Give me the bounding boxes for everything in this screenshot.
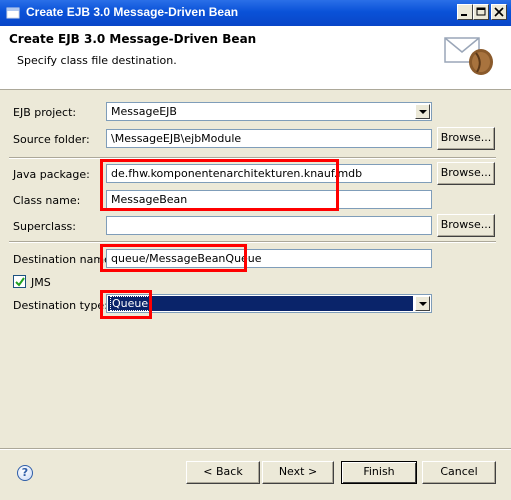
- cancel-button[interactable]: Cancel: [422, 461, 496, 484]
- close-icon: [494, 7, 504, 17]
- dropdown-arrow-icon: [415, 104, 430, 119]
- ejb-project-label: EJB project:: [13, 106, 77, 119]
- wizard-title: Create EJB 3.0 Message-Driven Bean: [9, 32, 257, 46]
- maximize-icon: [476, 7, 486, 16]
- check-icon: [15, 277, 25, 287]
- finish-button[interactable]: Finish: [341, 461, 417, 484]
- source-folder-label: Source folder:: [13, 133, 90, 146]
- jms-checkbox[interactable]: [13, 275, 26, 288]
- jms-label: JMS: [31, 276, 51, 289]
- back-button[interactable]: < Back: [186, 461, 260, 484]
- close-button[interactable]: [491, 4, 507, 20]
- dropdown-arrow-icon: [415, 296, 430, 311]
- next-button[interactable]: Next >: [262, 461, 334, 484]
- footer-separator: [0, 448, 511, 450]
- wizard-description: Specify class file destination.: [17, 54, 177, 67]
- maximize-button[interactable]: [473, 4, 489, 20]
- class-name-label: Class name:: [13, 194, 81, 207]
- source-folder-browse-button[interactable]: Browse...: [437, 127, 495, 150]
- destination-name-highlight: [100, 244, 247, 272]
- java-package-browse-button[interactable]: Browse...: [437, 162, 495, 185]
- destination-type-highlight: [100, 290, 152, 319]
- envelope-bean-icon: [444, 37, 493, 75]
- minimize-icon: [461, 14, 467, 16]
- package-class-highlight: [100, 159, 339, 211]
- title-bar[interactable]: Create EJB 3.0 Message-Driven Bean: [0, 0, 511, 26]
- superclass-label: Superclass:: [13, 220, 76, 233]
- window-title: Create EJB 3.0 Message-Driven Bean: [26, 5, 239, 19]
- minimize-button[interactable]: [457, 4, 473, 20]
- destination-type-label: Destination type:: [13, 299, 108, 312]
- wizard-header: Create EJB 3.0 Message-Driven Bean Speci…: [0, 26, 511, 90]
- superclass-browse-button[interactable]: Browse...: [437, 214, 495, 237]
- java-package-label: Java package:: [13, 168, 90, 181]
- destination-type-select[interactable]: Queue: [106, 294, 432, 313]
- ejb-project-select[interactable]: MessageEJB: [106, 102, 432, 121]
- help-icon[interactable]: ?: [17, 465, 33, 481]
- separator: [9, 241, 496, 243]
- source-folder-input[interactable]: \MessageEJB\ejbModule: [106, 129, 432, 148]
- window-icon: [6, 7, 20, 19]
- ejb-project-value: MessageEJB: [111, 105, 177, 118]
- superclass-input[interactable]: [106, 216, 432, 235]
